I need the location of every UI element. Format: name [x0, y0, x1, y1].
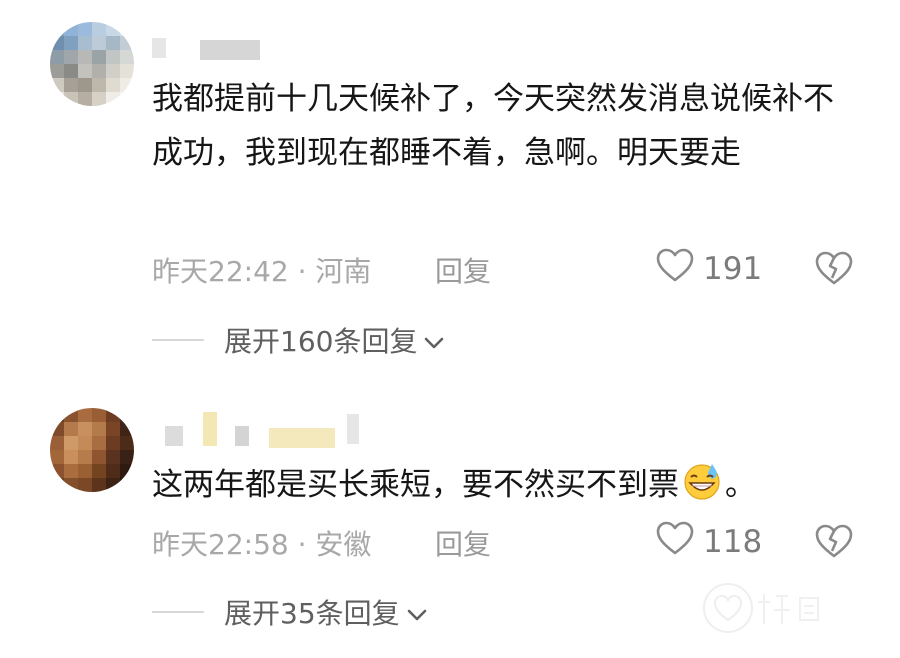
divider — [152, 339, 204, 341]
divider — [152, 611, 204, 613]
comment-meta: 昨天22:58 · 安徽 — [152, 528, 372, 561]
dislike-button[interactable] — [814, 250, 854, 290]
reply-button[interactable]: 回复 — [435, 523, 491, 563]
chevron-down-icon — [406, 596, 428, 629]
expand-replies[interactable]: 展开35条回复 — [152, 592, 428, 632]
watermark-logo — [700, 580, 850, 642]
comment-text: 我都提前十几天候补了，今天突然发消息说候补不成功，我到现在都睡不着，急啊。明天要… — [152, 81, 834, 171]
comment-meta: 昨天22:42 · 河南 — [152, 255, 372, 288]
like-button[interactable]: 118 — [655, 520, 762, 564]
expand-replies-label: 展开35条回复 — [224, 597, 400, 630]
username[interactable] — [165, 410, 375, 448]
like-button[interactable]: 191 — [655, 247, 762, 291]
reply-button[interactable]: 回复 — [435, 250, 491, 290]
avatar[interactable] — [50, 22, 134, 106]
comment-text: 这两年都是买长乘短，要不然买不到票 。 — [152, 458, 852, 518]
comment-text-suffix: 。 — [725, 467, 756, 503]
expand-replies-label: 展开160条回复 — [224, 325, 418, 358]
username[interactable] — [152, 36, 282, 60]
comment-text-body: 这两年都是买长乘短，要不然买不到票 — [152, 467, 679, 503]
expand-replies[interactable]: 展开160条回复 — [152, 320, 445, 360]
like-count: 118 — [703, 524, 763, 560]
dislike-button[interactable] — [814, 523, 854, 563]
avatar[interactable] — [50, 408, 134, 492]
grinning-sweat-emoji — [679, 461, 725, 518]
heart-outline-icon — [655, 520, 695, 564]
broken-heart-icon — [814, 251, 854, 290]
broken-heart-icon — [814, 524, 854, 563]
like-count: 191 — [703, 251, 763, 287]
heart-outline-icon — [655, 247, 695, 291]
chevron-down-icon — [423, 324, 445, 357]
